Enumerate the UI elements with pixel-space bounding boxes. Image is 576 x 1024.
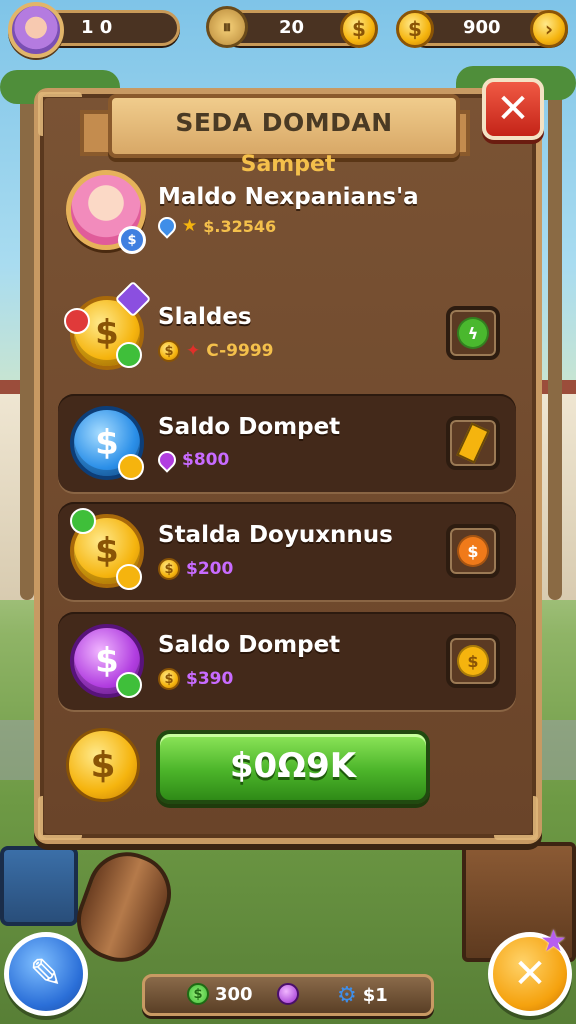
heart-icon: ✦: [186, 341, 201, 361]
purple-star-icon: ★: [540, 924, 567, 959]
gold-bar-icon: [456, 422, 490, 464]
gold-coin-icon: [116, 564, 142, 590]
gold-coin-icon: $: [396, 10, 434, 48]
buy-button[interactable]: $0Ω9K: [156, 730, 430, 804]
row-value-text: $800: [182, 450, 230, 470]
purple-pin-icon: [154, 447, 180, 473]
palm-tree-right: [548, 80, 562, 600]
gold-coin-stack-icon: $: [66, 728, 140, 802]
level-value: 1 0: [81, 17, 113, 38]
dialog-title: SEDA DOMDAN: [175, 108, 393, 137]
row-value-text: C-9999: [206, 341, 274, 361]
top-resource-bar: 1 0 20 ⏸ $ 900 $ ›: [0, 0, 576, 60]
orange-coin-icon: $: [457, 535, 489, 567]
frame-corner: [38, 92, 82, 136]
coin-icon: $: [158, 668, 180, 690]
add-currency-1-coin-icon[interactable]: $: [340, 10, 378, 48]
add-gold-arrow-icon[interactable]: ›: [530, 10, 568, 48]
gems-value: $1: [362, 985, 388, 1006]
row-title: Saldo Dompet: [158, 414, 341, 440]
barrel: [65, 840, 183, 974]
frame-corner: [494, 796, 538, 840]
location-pin-icon: [154, 213, 180, 239]
bottom-resource-bar: $ 300 ⚙ $1: [142, 974, 434, 1016]
currency-1-value: 20: [279, 17, 305, 38]
title-ribbon: SEDA DOMDAN: [108, 94, 460, 158]
row-value-text: $200: [186, 559, 234, 579]
player-avatar[interactable]: [8, 2, 64, 58]
row-value: $ $390: [158, 668, 233, 690]
cash-counter: $ 300: [187, 983, 253, 1005]
coin-icon: $: [158, 558, 180, 580]
green-coin-icon: [70, 508, 96, 534]
purple-gem-icon: [277, 983, 299, 1005]
frame-corner: [38, 796, 82, 840]
coin-icon: $: [158, 340, 180, 362]
lightning-icon: ϟ: [457, 317, 489, 349]
row-value: $800: [154, 447, 230, 473]
pencil-icon: ✎: [29, 951, 63, 997]
close-dialog-button[interactable]: ✕: [482, 78, 544, 140]
wallet-row[interactable]: $ Stalda Doyuxnnus $ $200 $: [58, 502, 516, 600]
wallet-row[interactable]: $ Slaldes $ ✦ C-9999 ϟ: [58, 280, 516, 382]
red-coin-icon: [64, 308, 90, 334]
row-value-text: $390: [186, 669, 234, 689]
row-title: Slaldes: [158, 304, 252, 330]
row-action-button[interactable]: [446, 416, 500, 470]
wallet-row[interactable]: $ Saldo Dompet $ $390 $: [58, 612, 516, 710]
profile-stat: ★ $.32546: [154, 213, 277, 239]
gold-coin-icon: $: [457, 645, 489, 677]
currency-2-value: 900: [463, 17, 501, 38]
wallet-row[interactable]: $ Saldo Dompet $800: [58, 394, 516, 492]
row-value: $ $200: [158, 558, 233, 580]
row-action-button[interactable]: $: [446, 634, 500, 688]
profile-name: Maldo Nexpanians'a: [158, 184, 419, 210]
gems-counter: ⚙ $1: [337, 983, 388, 1008]
gold-coin-icon: [118, 454, 144, 480]
row-value: $ ✦ C-9999: [158, 340, 274, 362]
row-action-button[interactable]: $: [446, 524, 500, 578]
star-icon: ★: [182, 216, 198, 236]
blue-gear-icon: ⚙: [337, 983, 357, 1008]
close-icon: ✕: [496, 86, 530, 132]
profile-badge-icon: $: [118, 226, 146, 254]
edit-button[interactable]: ✎: [4, 932, 88, 1016]
green-coin-icon: [116, 342, 142, 368]
green-coin-icon: [116, 672, 142, 698]
hourglass-icon: ⏸: [206, 6, 248, 48]
profile-stat-value: $.32546: [203, 216, 277, 236]
dialog-subtitle: Sampet: [240, 152, 336, 177]
row-title: Stalda Doyuxnnus: [158, 522, 393, 548]
cash-value: 300: [215, 983, 253, 1005]
row-title: Saldo Dompet: [158, 632, 341, 658]
gem-icon-wrap: [277, 983, 299, 1005]
row-action-button[interactable]: ϟ: [446, 306, 500, 360]
palm-tree-left: [20, 80, 34, 600]
green-coin-icon: $: [187, 983, 209, 1005]
blue-chest: [0, 846, 78, 926]
